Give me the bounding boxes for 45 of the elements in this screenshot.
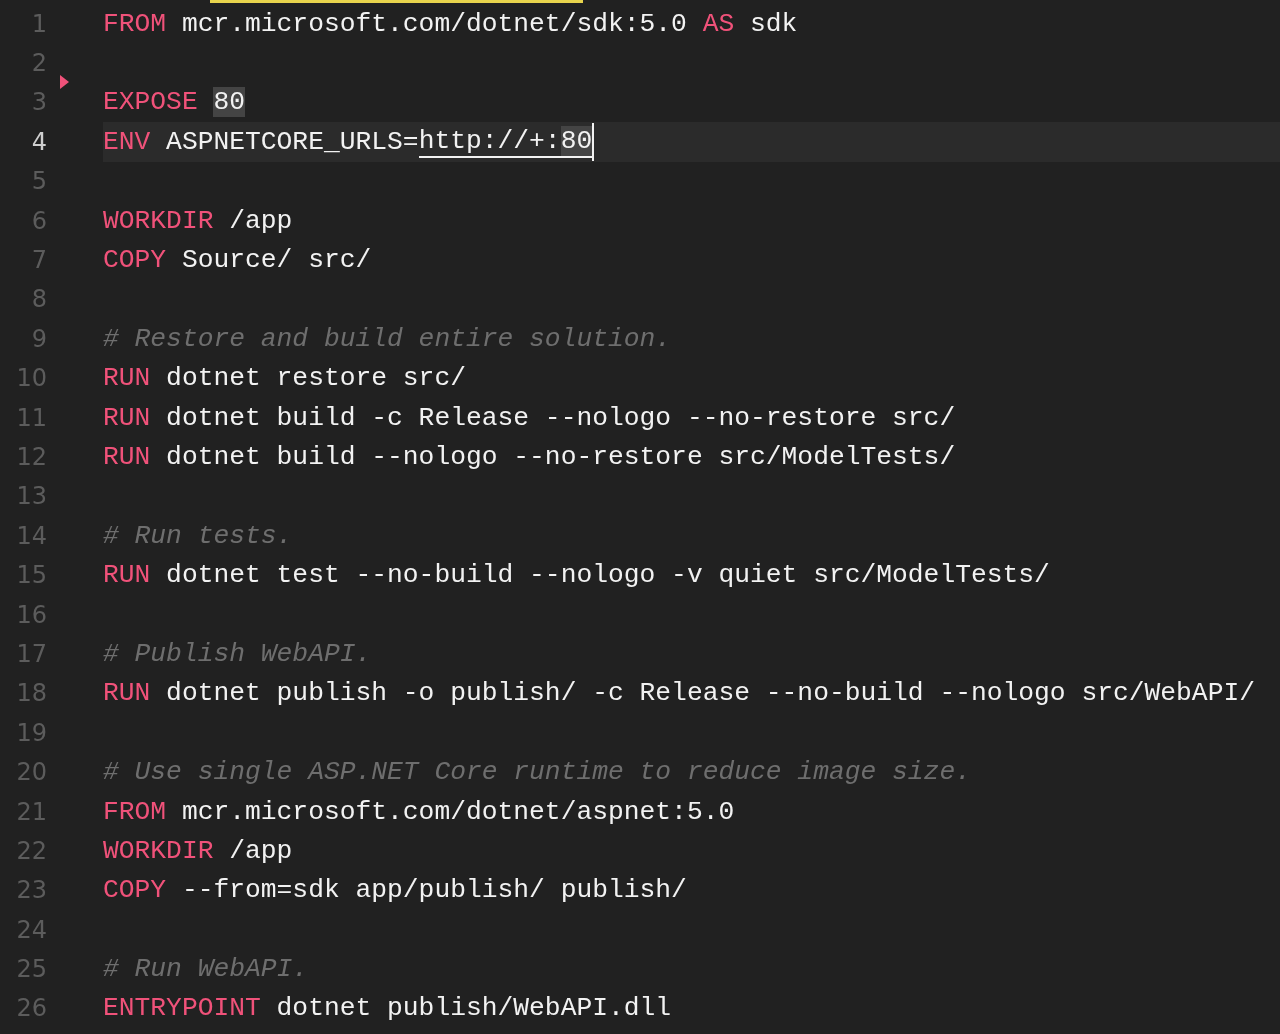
- code-line: COPY Source/ src/: [103, 244, 373, 278]
- line-number: 17: [15, 639, 47, 668]
- code-line: # Run tests.: [103, 519, 294, 553]
- code-line: WORKDIR /app: [103, 834, 294, 868]
- line-number: 11: [15, 403, 47, 432]
- line-number: 19: [15, 718, 47, 747]
- line-number: 1: [30, 9, 47, 38]
- line-number: 21: [15, 797, 47, 826]
- code-line: # Use single ASP.NET Core runtime to reduce image size.: [103, 756, 972, 790]
- code-line: FROM mcr.microsoft.com/dotnet/aspnet:5.0: [103, 795, 736, 829]
- line-number: 23: [15, 876, 47, 905]
- line-number: 5: [30, 167, 47, 196]
- triangle-marker-icon: [60, 75, 69, 89]
- line-number: 3: [30, 88, 47, 117]
- line-number: 24: [15, 915, 47, 944]
- line-number: 8: [30, 285, 47, 314]
- code-line: RUN dotnet test --no-build --nologo -v quiet src/ModelTests/: [103, 559, 1051, 593]
- code-line: RUN dotnet build --nologo --no-restore src/ModelTests/: [103, 441, 957, 474]
- line-number: 6: [30, 206, 47, 235]
- line-number: 12: [15, 443, 47, 471]
- code-line: ENTRYPOINT dotnet publish/WebAPI.dll: [103, 992, 673, 1026]
- code-line: FROM mcr.microsoft.com/dotnet/sdk:5.0 AS sdk: [103, 7, 799, 41]
- line-number: 25: [15, 955, 47, 984]
- code-line: WORKDIR /app: [103, 204, 294, 238]
- code-line: # Publish WebAPI.: [103, 637, 373, 671]
- line-number: 16: [15, 600, 47, 629]
- code-line: COPY --from=sdk app/publish/ publish/: [103, 874, 688, 908]
- code-line: RUN dotnet restore src/: [103, 362, 467, 396]
- code-line: # Restore and build entire solution.: [103, 322, 673, 356]
- line-number: 26: [15, 994, 47, 1023]
- code-line: RUN dotnet build -c Release --nologo --no-restore src/: [103, 401, 957, 435]
- line-number: 10: [15, 364, 47, 393]
- code-line: EXPOSE 80: [103, 86, 247, 120]
- line-number: 9: [30, 324, 47, 353]
- line-number: 2: [30, 49, 47, 78]
- line-number: 15: [15, 561, 47, 590]
- line-number: 13: [15, 482, 47, 511]
- line-number: 20: [15, 758, 47, 787]
- line-number: 18: [15, 679, 47, 708]
- code-line: RUN dotnet publish -o publish/ -c Release --no-build --nologo src/WebAPI/: [103, 677, 1256, 711]
- line-number: 7: [30, 246, 47, 275]
- line-number: 14: [15, 521, 47, 550]
- line-number: 22: [15, 836, 47, 865]
- line-number: 4: [30, 127, 47, 156]
- code-line: # Run WebAPI.: [103, 953, 310, 987]
